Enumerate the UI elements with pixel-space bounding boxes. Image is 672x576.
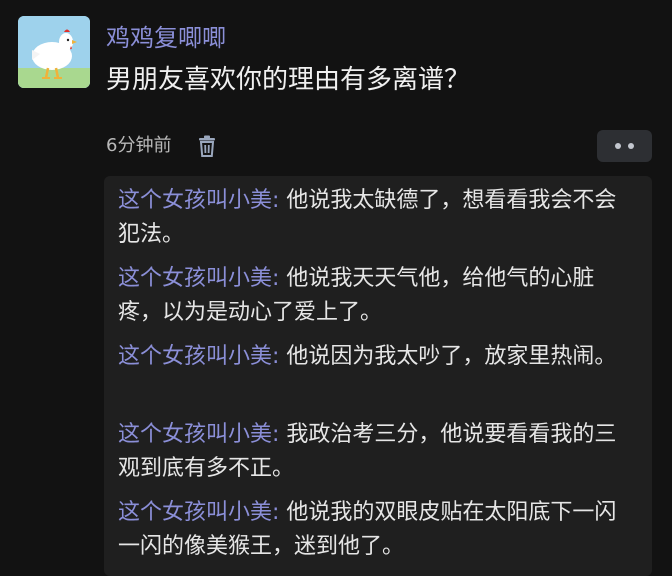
reply-item[interactable]: 这个女孩叫小美: 我政治考三分，他说要看看我的三观到底有多不正。 (118, 418, 638, 486)
username[interactable]: 鸡鸡复唧唧 (106, 22, 226, 54)
reply-item[interactable]: 这个女孩叫小美: 他说我太缺德了，想看看我会不会犯法。 (118, 184, 638, 252)
more-dots-icon (615, 143, 621, 149)
reply-separator: : (272, 266, 286, 291)
reply-separator: : (272, 344, 286, 369)
reply-separator: : (272, 500, 286, 525)
reply-author[interactable]: 这个女孩叫小美 (118, 266, 272, 291)
reply-text: 他说因为我太吵了，放家里热闹。 (286, 344, 616, 369)
reply-item[interactable]: 这个女孩叫小美: 他说因为我太吵了，放家里热闹。 (118, 340, 638, 374)
chicken-avatar-icon (18, 16, 90, 88)
reply-author[interactable]: 这个女孩叫小美 (118, 500, 272, 525)
trash-icon[interactable] (197, 135, 217, 157)
reply-item[interactable]: 这个女孩叫小美: 他说我天天气他，给他气的心脏疼，以为是动心了爱上了。 (118, 262, 638, 330)
post-title: 男朋友喜欢你的理由有多离谱？ (106, 62, 470, 98)
post-time: 6分钟前 (106, 132, 171, 160)
more-button[interactable] (597, 130, 652, 162)
reply-author[interactable]: 这个女孩叫小美 (118, 188, 272, 213)
avatar[interactable] (18, 16, 90, 88)
post-meta: 6分钟前 (106, 132, 217, 160)
reply-author[interactable]: 这个女孩叫小美 (118, 422, 272, 447)
reply-list: 这个女孩叫小美: 他说我太缺德了，想看看我会不会犯法。 这个女孩叫小美: 他说我… (104, 176, 652, 576)
reply-author[interactable]: 这个女孩叫小美 (118, 344, 272, 369)
reply-separator: : (272, 422, 286, 447)
reply-separator: : (272, 188, 286, 213)
more-dots-icon (628, 143, 634, 149)
reply-item[interactable]: 这个女孩叫小美: 他说我的双眼皮贴在太阳底下一闪一闪的像美猴王，迷到他了。 (118, 496, 638, 564)
